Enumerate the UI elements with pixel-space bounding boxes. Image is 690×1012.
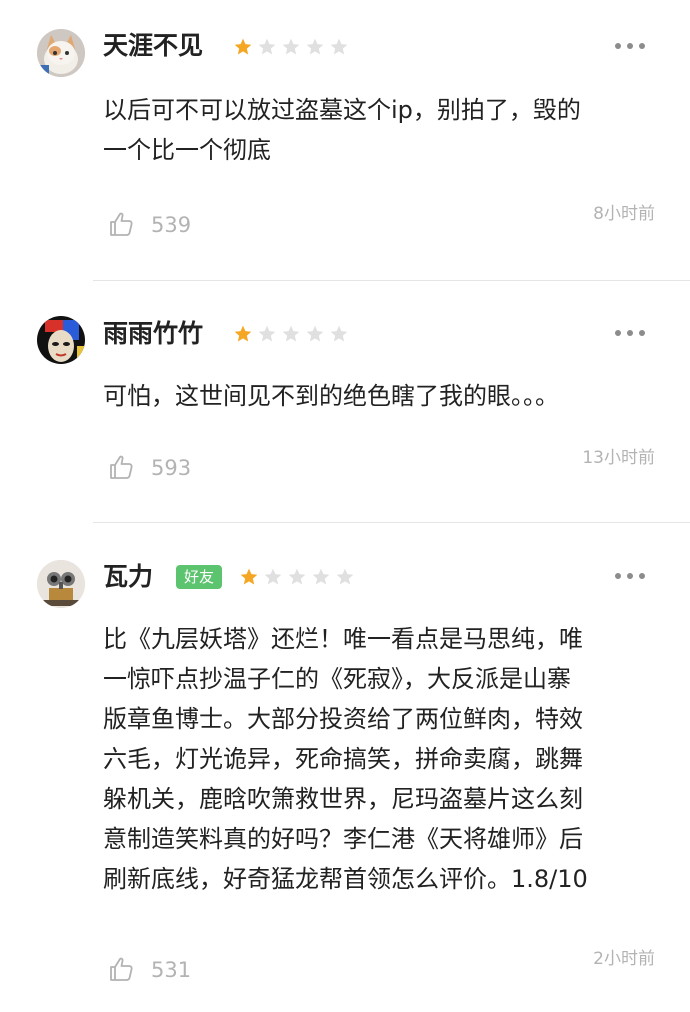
star-empty-icon [311, 567, 331, 587]
more-options-icon[interactable] [612, 38, 648, 54]
thumbs-up-icon [110, 957, 133, 981]
like-count: 539 [151, 213, 192, 237]
star-filled-icon [233, 324, 253, 344]
review-content: 可怕，这世间见不到的绝色瞎了我的眼。。。 [103, 382, 559, 410]
review-time: 13小时前 [582, 448, 655, 468]
portrait-avatar-icon[interactable] [37, 316, 85, 364]
kitten-avatar-icon[interactable] [37, 29, 85, 77]
rating-stars [233, 37, 353, 57]
star-empty-icon [329, 37, 349, 57]
star-filled-icon [239, 567, 259, 587]
username[interactable]: 瓦力 [103, 561, 153, 593]
star-empty-icon [335, 567, 355, 587]
review-time: 8小时前 [593, 204, 655, 224]
star-empty-icon [263, 567, 283, 587]
friend-badge: 好友 [176, 565, 222, 589]
like-button[interactable]: 593 [107, 453, 217, 485]
star-empty-icon [287, 567, 307, 587]
robot-avatar-icon[interactable] [37, 560, 85, 608]
review-time: 2小时前 [593, 949, 655, 969]
rating-stars [239, 567, 359, 587]
star-empty-icon [281, 37, 301, 57]
star-empty-icon [257, 324, 277, 344]
review-item: 瓦力 好友 比《九层妖塔》还烂！唯一看点是马思纯，唯 一惊吓点抄温子仁的《死寂》… [0, 523, 690, 1012]
like-button[interactable]: 539 [107, 210, 217, 242]
like-count: 531 [151, 958, 192, 982]
rating-stars [233, 324, 353, 344]
thumbs-up-icon [110, 212, 133, 236]
star-empty-icon [305, 37, 325, 57]
star-empty-icon [257, 37, 277, 57]
thumbs-up-icon [110, 455, 133, 479]
like-button[interactable]: 531 [107, 955, 217, 987]
username[interactable]: 雨雨竹竹 [103, 318, 203, 350]
review-item: 雨雨竹竹 可怕，这世间见不到的绝色瞎了我的眼。。。 593 13小时前 [0, 281, 690, 523]
more-options-icon[interactable] [612, 325, 648, 341]
review-content: 以后可不可以放过盗墓这个ip，别拍了，毁的 一个比一个彻底 [103, 96, 581, 164]
username[interactable]: 天涯不见 [103, 30, 203, 62]
more-options-icon[interactable] [612, 568, 648, 584]
star-empty-icon [329, 324, 349, 344]
star-filled-icon [233, 37, 253, 57]
review-item: 天涯不见 以后可不可以放过盗墓这个ip，别拍了，毁的 一个比一个彻底 539 8… [0, 0, 690, 280]
star-empty-icon [305, 324, 325, 344]
like-count: 593 [151, 456, 192, 480]
star-empty-icon [281, 324, 301, 344]
review-content: 比《九层妖塔》还烂！唯一看点是马思纯，唯 一惊吓点抄温子仁的《死寂》，大反派是山… [103, 625, 588, 893]
